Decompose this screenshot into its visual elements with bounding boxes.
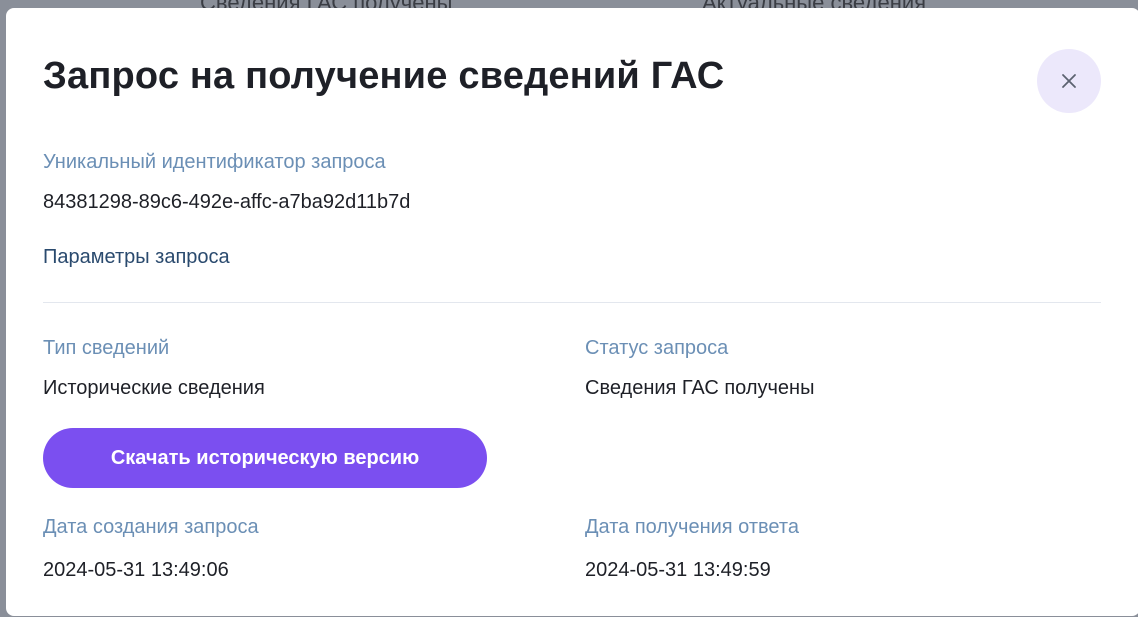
download-historical-version-button[interactable]: Скачать историческую версию: [43, 428, 487, 488]
close-button[interactable]: [1037, 49, 1101, 113]
request-id-label: Уникальный идентификатор запроса: [43, 151, 386, 173]
modal-title: Запрос на получение сведений ГАС: [43, 55, 725, 97]
request-status-label: Статус запроса: [585, 337, 729, 359]
response-date-value: 2024-05-31 13:49:59: [585, 559, 771, 581]
request-params-heading: Параметры запроса: [43, 246, 230, 268]
created-date-label: Дата создания запроса: [43, 516, 259, 538]
divider: [43, 302, 1101, 303]
info-type-value: Исторические сведения: [43, 377, 265, 399]
request-details-modal: Запрос на получение сведений ГАС Уникаль…: [6, 8, 1138, 616]
info-type-label: Тип сведений: [43, 337, 170, 359]
created-date-value: 2024-05-31 13:49:06: [43, 559, 229, 581]
request-id-value: 84381298-89c6-492e-affc-a7ba92d11b7d: [43, 191, 411, 213]
request-status-value: Сведения ГАС получены: [585, 377, 815, 399]
response-date-label: Дата получения ответа: [585, 516, 799, 538]
close-icon: [1062, 74, 1076, 88]
